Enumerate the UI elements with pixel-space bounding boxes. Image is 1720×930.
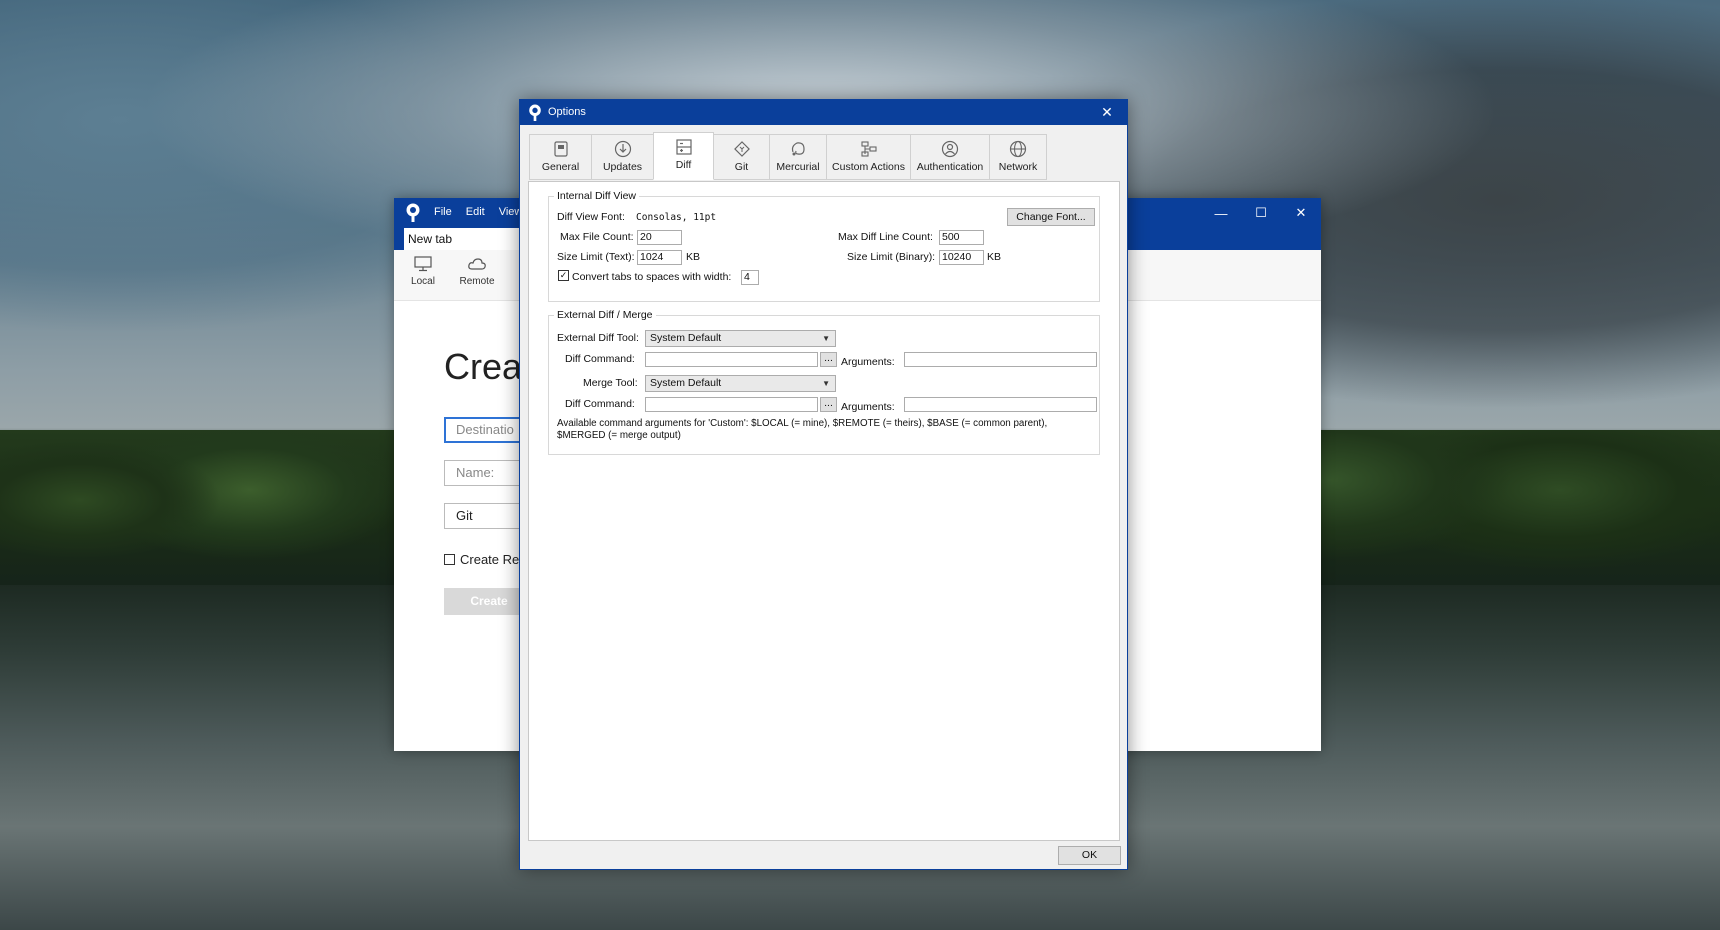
merge-tool-select[interactable]: System Default ▼ — [645, 375, 836, 392]
custom-actions-icon — [860, 141, 877, 157]
chevron-down-icon: ▼ — [822, 334, 830, 343]
diff-font-value: Consolas, 11pt — [636, 212, 717, 223]
diff-command-input[interactable] — [645, 352, 818, 367]
tab-custom-actions[interactable]: Custom Actions — [826, 134, 911, 180]
download-icon — [614, 140, 631, 158]
tab-git-label: Git — [734, 161, 749, 173]
external-diff-group: External Diff / Merge External Diff Tool… — [548, 309, 1100, 455]
max-diff-line-label: Max Diff Line Count: — [838, 231, 933, 243]
merge-tool-label: Merge Tool: — [583, 377, 638, 389]
merge-tool-value: System Default — [650, 377, 722, 389]
diff-icon — [675, 139, 692, 155]
help-text-line1: Available command arguments for 'Custom'… — [557, 418, 1048, 429]
page-title: Crea — [444, 346, 523, 387]
create-readme-label: Create Re — [460, 552, 520, 567]
help-text-line2: $MERGED (= merge output) — [557, 430, 681, 441]
tab-mercurial-label: Mercurial — [776, 161, 820, 173]
checkbox-box[interactable] — [444, 554, 455, 565]
merge-diff-command-label: Diff Command: — [565, 398, 635, 410]
tab-general-label: General — [541, 161, 580, 173]
diff-font-label: Diff View Font: — [557, 211, 625, 223]
cloud-icon — [468, 258, 486, 270]
tab-network-label: Network — [998, 161, 1038, 173]
minimize-button[interactable]: — — [1201, 198, 1241, 228]
general-icon — [553, 141, 568, 157]
local-button[interactable]: Local — [398, 254, 448, 287]
max-file-count-input[interactable]: 20 — [637, 230, 682, 245]
internal-diff-group-label: Internal Diff View — [554, 190, 639, 202]
merge-diff-command-input[interactable] — [645, 397, 818, 412]
merge-arguments-label: Arguments: — [841, 401, 895, 413]
convert-tabs-label: Convert tabs to spaces with width: — [572, 271, 732, 283]
diff-settings-panel: Internal Diff View Diff View Font: Conso… — [528, 181, 1120, 841]
diff-command-label: Diff Command: — [565, 353, 635, 365]
size-limit-text-input[interactable]: 1024 — [637, 250, 682, 265]
tab-updates[interactable]: Updates — [591, 134, 654, 180]
menu-file[interactable]: File — [434, 206, 452, 218]
tab-authentication-label: Authentication — [916, 161, 984, 173]
app-menu: File Edit View — [434, 206, 522, 218]
dialog-title: Options — [548, 106, 586, 118]
size-limit-binary-input[interactable]: 10240 — [939, 250, 984, 265]
create-readme-checkbox[interactable]: Create Re — [444, 552, 519, 567]
tab-git[interactable]: Git — [713, 134, 770, 180]
merge-arguments-input[interactable] — [904, 397, 1097, 412]
tab-custom-actions-label: Custom Actions — [832, 161, 905, 173]
tab-new[interactable]: New tab — [404, 228, 524, 250]
tab-mercurial[interactable]: Mercurial — [769, 134, 827, 180]
monitor-icon — [414, 256, 432, 272]
maximize-button[interactable]: ☐ — [1241, 198, 1281, 228]
max-diff-line-input[interactable]: 500 — [939, 230, 984, 245]
tab-diff-label: Diff — [675, 159, 692, 171]
size-limit-text-label: Size Limit (Text): — [557, 251, 635, 263]
max-file-count-label: Max File Count: — [560, 231, 634, 243]
kb-unit-label: KB — [686, 251, 701, 263]
tab-diff[interactable]: Diff — [653, 132, 714, 180]
dialog-titlebar: Options ✕ — [520, 100, 1127, 125]
app-logo-icon — [406, 203, 420, 222]
globe-icon — [1009, 140, 1027, 158]
menu-edit[interactable]: Edit — [466, 206, 485, 218]
window-close-button[interactable]: ✕ — [1281, 198, 1321, 228]
user-icon — [941, 140, 959, 158]
tab-general[interactable]: General — [529, 134, 592, 180]
chevron-down-icon: ▼ — [822, 379, 830, 388]
external-diff-tool-select[interactable]: System Default ▼ — [645, 330, 836, 347]
tab-updates-label: Updates — [602, 161, 643, 173]
size-limit-binary-label: Size Limit (Binary): — [847, 251, 936, 263]
internal-diff-group: Internal Diff View Diff View Font: Conso… — [548, 190, 1100, 302]
external-diff-tool-label: External Diff Tool: — [557, 332, 639, 344]
remote-label: Remote — [459, 276, 495, 287]
kb-unit-label-binary: KB — [987, 251, 1002, 263]
merge-command-browse-button[interactable]: ... — [820, 397, 837, 412]
app-logo-icon — [529, 104, 541, 121]
external-diff-group-label: External Diff / Merge — [554, 309, 656, 321]
mercurial-icon — [791, 142, 805, 156]
ok-button[interactable]: OK — [1058, 846, 1121, 865]
arguments-input[interactable] — [904, 352, 1097, 367]
tab-authentication[interactable]: Authentication — [910, 134, 990, 180]
dialog-close-button[interactable]: ✕ — [1087, 100, 1127, 125]
change-font-button[interactable]: Change Font... — [1007, 208, 1095, 226]
convert-tabs-checkbox[interactable]: ✓ — [558, 270, 569, 281]
arguments-label: Arguments: — [841, 356, 895, 368]
tab-width-input[interactable]: 4 — [741, 270, 759, 285]
local-label: Local — [411, 276, 435, 287]
git-icon — [733, 141, 750, 157]
options-dialog: Options ✕ General Updates Diff Git Mercu… — [519, 99, 1128, 870]
diff-command-browse-button[interactable]: ... — [820, 352, 837, 367]
remote-button[interactable]: Remote — [452, 254, 502, 287]
tab-network[interactable]: Network — [989, 134, 1047, 180]
external-diff-tool-value: System Default — [650, 332, 722, 344]
